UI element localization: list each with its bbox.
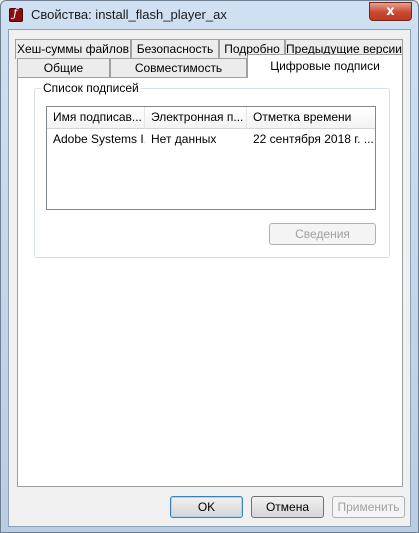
window-title: Свойства: install_flash_player_ax [31, 7, 227, 22]
details-button[interactable]: Сведения [269, 223, 376, 245]
ok-button[interactable]: OK [170, 496, 243, 518]
signature-list[interactable]: Имя подписав... Электронная п... Отметка… [46, 106, 376, 210]
signature-list-group: Список подписей Имя подписав... Электрон… [34, 81, 390, 258]
cancel-button[interactable]: Отмена [251, 496, 324, 518]
list-header: Имя подписав... Электронная п... Отметка… [47, 107, 375, 129]
close-button[interactable]: x [369, 2, 412, 21]
column-email[interactable]: Электронная п... [145, 107, 247, 129]
tab-file-hashes[interactable]: Хеш-суммы файлов [15, 39, 131, 59]
tab-security[interactable]: Безопасность [131, 39, 219, 59]
column-timestamp[interactable]: Отметка времени [247, 107, 375, 129]
tab-compatibility[interactable]: Совместимость [110, 58, 247, 78]
signer-name-cell: Adobe Systems I... [53, 132, 145, 146]
table-row[interactable]: Adobe Systems I... Нет данных 22 сентябр… [47, 130, 375, 148]
tab-digital-signatures[interactable]: Цифровые подписи [247, 54, 403, 78]
timestamp-cell: 22 сентября 2018 г. ... [253, 132, 374, 146]
properties-window: Свойства: install_flash_player_ax x Хеш-… [0, 0, 419, 533]
tab-general[interactable]: Общие [17, 58, 110, 78]
column-signer-name[interactable]: Имя подписав... [47, 107, 145, 129]
email-cell: Нет данных [151, 132, 217, 146]
flash-app-icon [9, 6, 23, 22]
apply-button[interactable]: Применить [332, 496, 405, 518]
signature-list-label: Список подписей [41, 81, 141, 95]
dialog-client-area: Хеш-суммы файлов Безопасность Подробно П… [8, 29, 411, 527]
title-bar[interactable]: Свойства: install_flash_player_ax x [1, 1, 418, 29]
digital-signatures-page: Список подписей Имя подписав... Электрон… [17, 77, 403, 487]
